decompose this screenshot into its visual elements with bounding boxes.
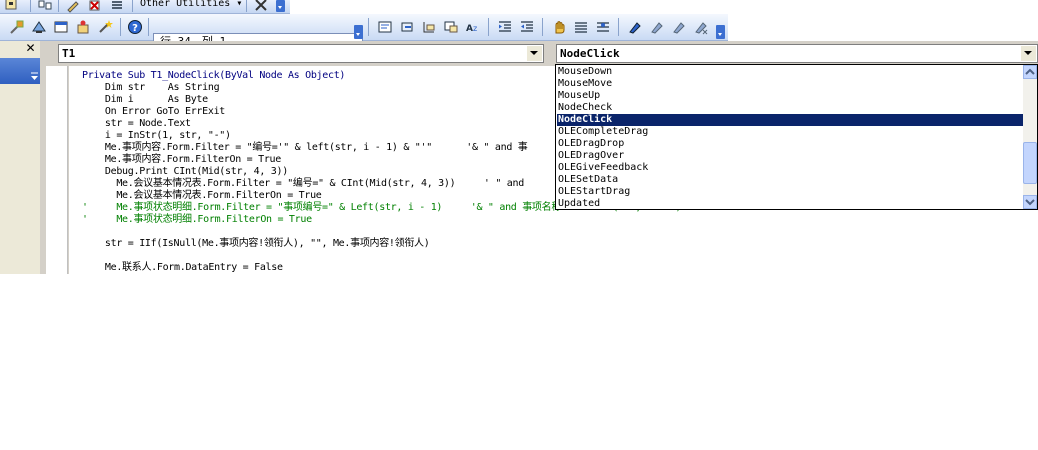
edit-icon[interactable]: [64, 0, 82, 14]
toolbar-separator: [368, 18, 369, 36]
code-line[interactable]: Dim i As Byte: [82, 94, 208, 106]
complete-word-icon[interactable]: Az: [464, 18, 482, 36]
clear-bookmarks-icon[interactable]: [692, 18, 710, 36]
toolbar-main: ? 行 34，列 1 Az: [0, 14, 728, 50]
list-item[interactable]: Updated: [557, 198, 1024, 209]
outdent-icon[interactable]: [518, 18, 536, 36]
toolbar-separator: [488, 18, 489, 36]
other-utilities-menu[interactable]: Other Utilities ▾: [140, 0, 242, 12]
window-icon[interactable]: [2, 0, 20, 14]
code-line[interactable]: Me.事项内容.Form.FilterOn = True: [82, 154, 281, 166]
list-item[interactable]: OLEDragDrop: [557, 138, 1024, 150]
toolbar-separator: [58, 0, 59, 12]
list-item-selected[interactable]: NodeClick: [557, 114, 1024, 126]
code-line[interactable]: Me.会议基本情况表.Form.FilterOn = True: [82, 190, 322, 202]
toolbar-options-dropdown[interactable]: [354, 25, 363, 39]
toolbar-separator: [30, 0, 31, 12]
svg-text:A: A: [466, 24, 473, 34]
toolbar-separator: [618, 18, 619, 36]
prev-bookmark-icon[interactable]: [670, 18, 688, 36]
code-line[interactable]: Me.会议基本情况表.Form.Filter = "编号=" & CInt(Mi…: [82, 178, 524, 190]
macro-icon[interactable]: [74, 18, 92, 36]
tools-icon[interactable]: [252, 0, 270, 14]
indent-icon[interactable]: [496, 18, 514, 36]
toolbar-separator: [132, 0, 133, 12]
procedure-combo[interactable]: NodeClick: [556, 44, 1038, 63]
code-line[interactable]: str = Node.Text: [82, 118, 191, 130]
toolbar-overflow-dropdown[interactable]: [716, 25, 725, 39]
close-icon[interactable]: ✕: [23, 41, 38, 56]
toolbar-separator: [148, 18, 149, 36]
comment-block-icon[interactable]: [572, 18, 590, 36]
svg-text:?: ?: [132, 23, 138, 34]
code-line[interactable]: Debug.Print CInt(Mid(str, 4, 3)): [82, 166, 288, 178]
chevron-down-icon[interactable]: [1021, 46, 1036, 61]
code-line-comment[interactable]: ' Me.事项状态明细.Form.FilterOn = True: [82, 214, 312, 226]
event-dropdown-list: MouseDown MouseMove MouseUp NodeCheck No…: [555, 64, 1038, 210]
list-item[interactable]: OLESetData: [557, 174, 1024, 186]
bookmark-icon[interactable]: [626, 18, 644, 36]
delete-icon[interactable]: [86, 0, 104, 14]
help-icon[interactable]: ?: [126, 18, 144, 36]
code-line[interactable]: Me.联系人.Form.DataEntry = False: [82, 262, 283, 274]
form-icon[interactable]: [52, 18, 70, 36]
code-line[interactable]: Dim str As String: [82, 82, 220, 94]
object-combo-value: T1: [62, 47, 76, 60]
list-constants-icon[interactable]: [398, 18, 416, 36]
list-item[interactable]: MouseMove: [557, 78, 1024, 90]
relationships-icon[interactable]: [36, 0, 54, 14]
scroll-up-button[interactable]: [1023, 65, 1037, 79]
list-item[interactable]: OLEStartDrag: [557, 186, 1024, 198]
svg-text:z: z: [473, 24, 477, 33]
list-icon[interactable]: [108, 0, 126, 14]
code-line[interactable]: str = IIf(IsNull(Me.事项内容!领衔人), "", Me.事项…: [82, 238, 430, 250]
object-combo[interactable]: T1: [58, 44, 544, 63]
margin-indicator-bar[interactable]: [46, 66, 68, 274]
toolbar-separator: [542, 18, 543, 36]
dropdown-scrollbar[interactable]: [1023, 65, 1037, 209]
toolbar-separator: [246, 0, 247, 12]
code-line[interactable]: Private Sub T1_NodeClick(ByVal Node As O…: [82, 70, 345, 82]
scroll-down-button[interactable]: [1023, 195, 1037, 209]
code-line[interactable]: Me.事项内容.Form.Filter = "编号='" & left(str,…: [82, 142, 528, 154]
procedure-combo-value: NodeClick: [560, 47, 620, 60]
list-item[interactable]: OLEGiveFeedback: [557, 162, 1024, 174]
toolbar-overflow-dropdown[interactable]: [276, 0, 285, 12]
chevron-down-icon[interactable]: [527, 46, 542, 61]
chevron-down-icon[interactable]: [30, 70, 39, 82]
wand-icon[interactable]: [96, 18, 114, 36]
list-item[interactable]: MouseDown: [557, 66, 1024, 78]
code-line[interactable]: On Error GoTo ErrExit: [82, 106, 225, 118]
code-line[interactable]: i = InStr(1, str, "-"): [82, 130, 231, 142]
list-properties-icon[interactable]: [376, 18, 394, 36]
list-item[interactable]: OLEDragOver: [557, 150, 1024, 162]
toolbar-top: Other Utilities ▾: [0, 0, 290, 14]
toolbar-separator: [120, 18, 121, 36]
quick-info-icon[interactable]: [420, 18, 438, 36]
next-bookmark-icon[interactable]: [648, 18, 666, 36]
breakpoint-icon[interactable]: [550, 18, 568, 36]
properties-icon[interactable]: [8, 18, 26, 36]
list-item[interactable]: MouseUp: [557, 90, 1024, 102]
scrollbar-thumb[interactable]: [1023, 142, 1037, 184]
toolbox-icon[interactable]: [30, 18, 48, 36]
list-item[interactable]: OLECompleteDrag: [557, 126, 1024, 138]
parameter-info-icon[interactable]: [442, 18, 460, 36]
uncomment-block-icon[interactable]: [594, 18, 612, 36]
list-item[interactable]: NodeCheck: [557, 102, 1024, 114]
